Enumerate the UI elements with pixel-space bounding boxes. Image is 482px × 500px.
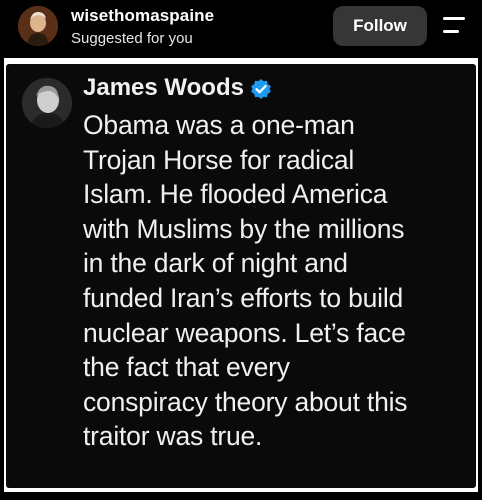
author-avatar [22,78,72,128]
post-text: Obama was a one-man Trojan Horse for rad… [83,110,408,452]
verified-badge-icon [250,78,272,100]
suggested-label: Suggested for you [71,30,193,47]
post-header: wisethomaspaine Suggested for you Follow [0,0,482,58]
menu-icon[interactable] [441,14,467,36]
author-name: James Woods [83,74,244,101]
follow-button[interactable]: Follow [333,6,427,46]
profile-avatar[interactable] [18,6,58,46]
username[interactable]: wisethomaspaine [71,6,214,26]
